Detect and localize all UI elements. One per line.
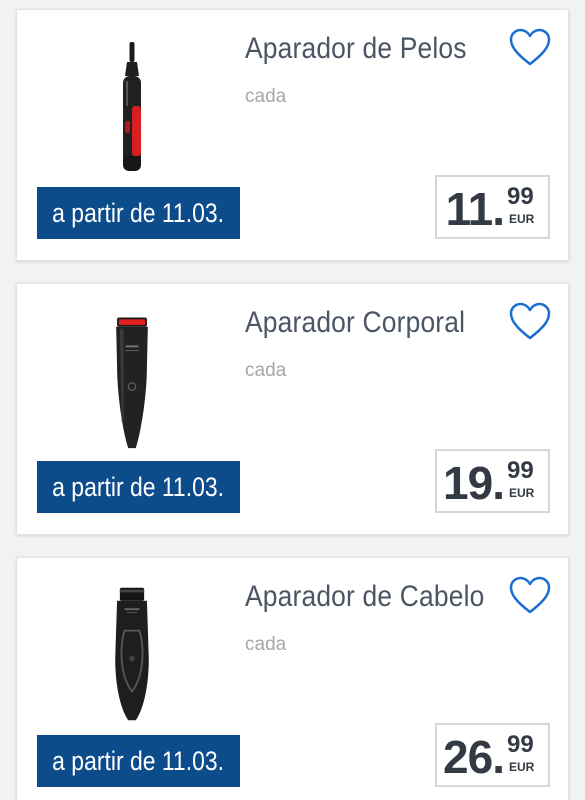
product-title[interactable]: Aparador Corporal [245,306,465,340]
product-list: Aparador de Pelos cada a partir de 11.03… [0,0,585,800]
availability-text: a partir de 11.03. [52,198,225,228]
price-integer: 26. [443,731,505,783]
price-decimal: 99 [507,183,534,210]
price-currency: EUR [509,760,535,774]
heart-outline-icon[interactable] [509,576,551,616]
price-integer: 11. [445,183,505,235]
hair-clipper-image [115,587,149,721]
price-decimal: 99 [507,731,534,758]
price-integer: 19. [443,457,505,509]
product-card[interactable]: Aparador de Cabelo cada a partir de 11.0… [16,557,569,800]
product-card[interactable]: Aparador de Pelos cada a partir de 11.03… [16,9,569,261]
unit-label: cada [245,86,287,107]
price-decimal: 99 [507,457,534,484]
product-title[interactable]: Aparador de Cabelo [245,580,484,614]
product-card[interactable]: Aparador Corporal cada a partir de 11.03… [16,283,569,535]
nose-trimmer-image [123,42,141,171]
heart-outline-icon[interactable] [509,302,551,342]
price-box: 26. 99 EUR [435,723,550,787]
heart-outline-icon[interactable] [509,28,551,68]
price-currency: EUR [509,212,535,226]
price-box: 19. 99 EUR [435,449,550,513]
price-box: 11. 99 EUR [435,175,550,239]
unit-label: cada [245,634,287,655]
availability-badge: a partir de 11.03. [37,735,240,787]
availability-badge: a partir de 11.03. [37,187,240,239]
availability-text: a partir de 11.03. [52,472,225,502]
price-currency: EUR [509,486,535,500]
product-title[interactable]: Aparador de Pelos [245,32,467,66]
availability-text: a partir de 11.03. [52,746,225,776]
availability-badge: a partir de 11.03. [37,461,240,513]
body-trimmer-image [116,317,148,449]
unit-label: cada [245,360,287,381]
